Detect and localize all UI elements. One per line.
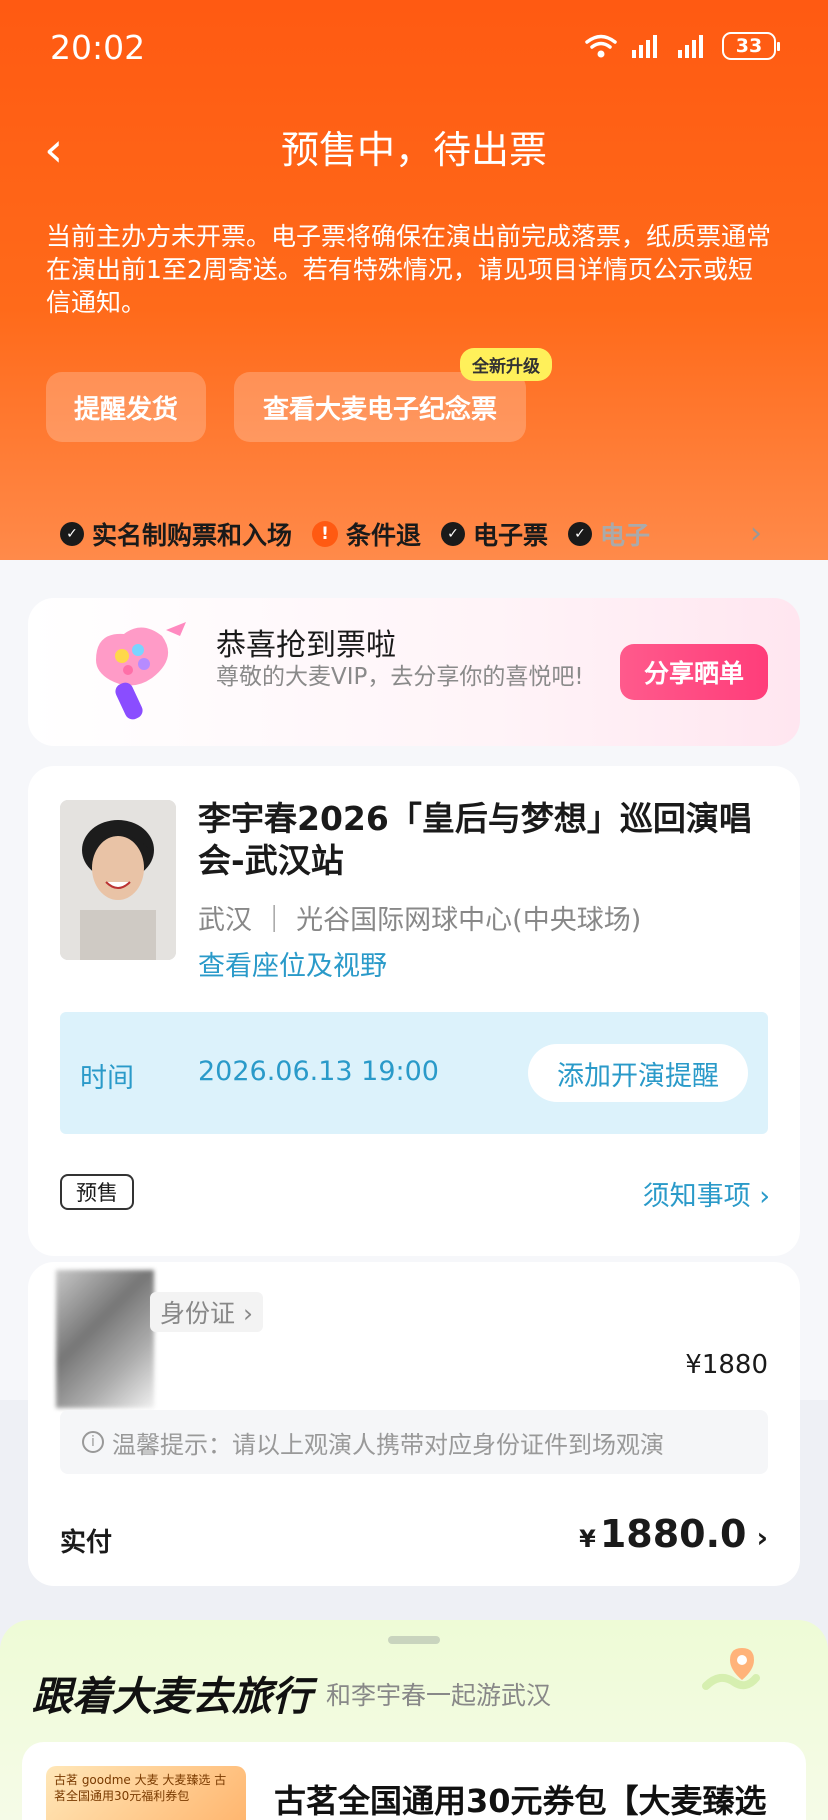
show-title[interactable]: 李宇春2026「皇后与梦想」巡回演唱会-武汉站 [198,798,778,882]
show-time-value: 2026.06.13 19:00 [198,1056,439,1087]
light-stick-icon [96,622,186,720]
page-title: 预售中，待出票 [280,128,547,172]
service-tags[interactable]: ✓ 实名制购票和入场 ! 条件退 ✓ 电子票 ✓ 电子 [60,512,790,556]
blurred-attendee-info [56,1270,154,1408]
check-icon: ✓ [441,522,466,546]
goods-thumbnail[interactable]: 古茗 goodme 大麦 大麦臻选 古茗全国通用30元福利券包 [46,1766,246,1820]
add-show-reminder-button[interactable]: 添加开演提醒 [528,1044,748,1102]
goods-title[interactable]: 古茗全国通用30元券包【大麦臻选 [274,1776,767,1820]
chevron-right-icon: › [759,1181,770,1212]
signal-icon [632,35,657,58]
battery-icon: 33 [722,32,780,60]
warning-icon: ! [312,521,339,547]
status-icons: 33 [584,32,780,60]
paid-amount[interactable]: ¥ 1880.0 › [579,1512,768,1556]
new-upgrade-badge: 全新升级 [460,348,552,381]
presale-badge: 预售 [60,1174,134,1210]
signal-icon-2 [678,35,703,58]
tag-real-name: ✓ 实名制购票和入场 [60,516,292,552]
notes-link-label: 须知事项 [642,1181,751,1212]
tip-text: 温馨提示：请以上观演人携带对应身份证件到场观演 [112,1430,664,1459]
congrats-title: 恭喜抢到票啦 [216,628,396,663]
paid-label: 实付 [60,1528,113,1558]
show-poster[interactable] [60,800,176,960]
chevron-right-icon[interactable]: › [750,512,762,556]
check-icon: ✓ [568,522,593,546]
ticket-price: ¥1880 [685,1350,768,1380]
notes-link[interactable]: 须知事项 › [643,1174,770,1213]
view-seat-link[interactable]: 查看座位及视野 [198,944,387,983]
view-e-souvenir-ticket-button[interactable]: 查看大麦电子纪念票 [234,372,526,442]
share-order-button[interactable]: 分享晒单 [620,644,768,700]
id-type-label[interactable]: 身份证 › [150,1292,263,1332]
paid-amount-value: 1880.0 [599,1512,747,1556]
currency-symbol: ¥ [579,1525,596,1553]
status-time: 20:02 [50,28,146,67]
chevron-right-icon: › [756,1521,768,1554]
check-icon: ✓ [60,522,84,546]
travel-subtitle: 和李宇春一起游武汉 [326,1681,552,1710]
tip-box: i 温馨提示：请以上观演人携带对应身份证件到场观演 [60,1410,768,1474]
wifi-icon [585,34,617,58]
tag-more: ✓ 电子 [568,516,650,552]
id-type-text: 身份证 [160,1299,236,1328]
show-venue: 武汉 ｜ 光谷国际网球中心(中央球场) [198,905,642,936]
congrats-subtitle: 尊敬的大麦VIP，去分享你的喜悦吧! [216,664,584,690]
remind-shipping-button[interactable]: 提醒发货 [46,372,206,442]
drag-handle[interactable] [388,1636,440,1644]
time-label: 时间 [80,1063,134,1094]
ticket-notice-text: 当前主办方未开票。电子票将确保在演出前完成落票，纸质票通常在演出前1至2周寄送。… [46,222,772,317]
info-icon: i [82,1431,104,1453]
map-pin-icon [702,1648,760,1690]
nav-bar: ‹ 预售中，待出票 [0,120,828,180]
status-bar: 20:02 33 [0,28,828,68]
tag-e-ticket: ✓ 电子票 [441,516,548,552]
travel-title: 跟着大麦去旅行 [32,1674,312,1720]
tag-conditional-refund: ! 条件退 [312,516,421,552]
